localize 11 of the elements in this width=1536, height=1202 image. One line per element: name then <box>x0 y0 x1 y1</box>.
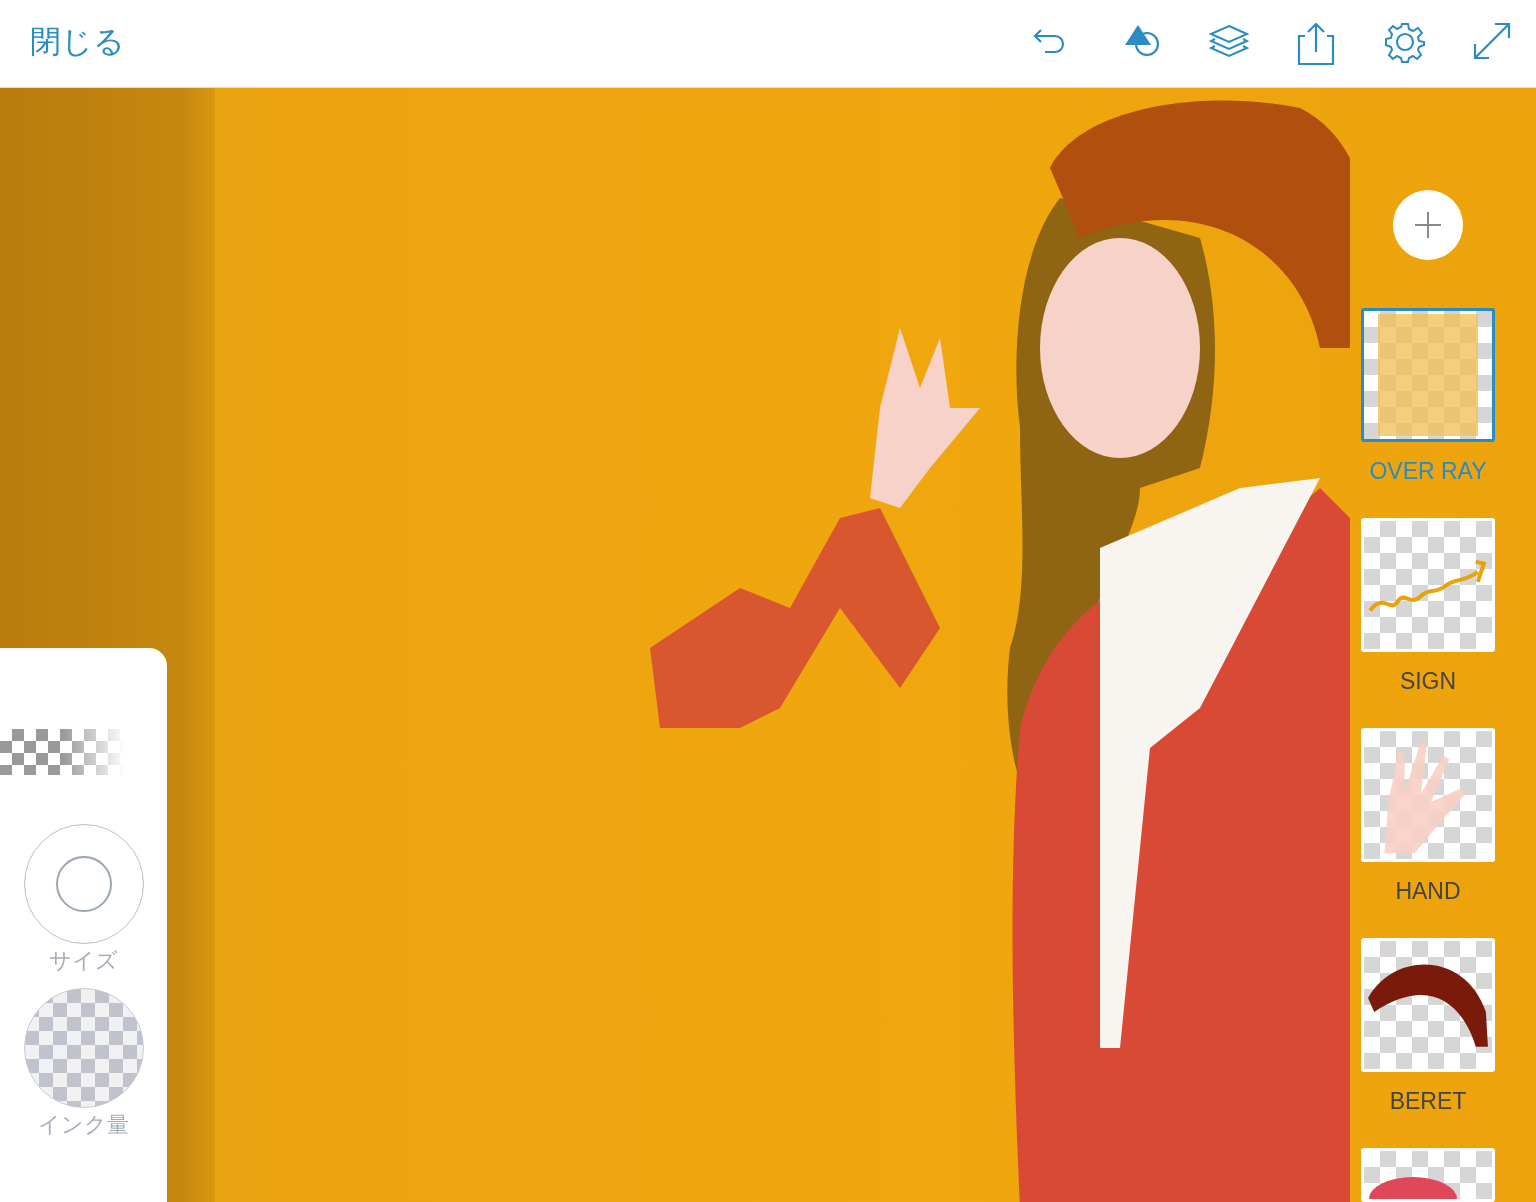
circle-icon <box>55 856 112 912</box>
control-label: サイズ <box>49 947 118 975</box>
layer-name[interactable]: SIGN <box>1399 666 1457 696</box>
close-button[interactable]: 閉じる <box>0 20 125 63</box>
settings-icon <box>1385 21 1425 66</box>
layer-name[interactable]: HAND <box>1395 876 1461 906</box>
layer-name[interactable]: BERET <box>1389 1086 1467 1116</box>
plus-icon <box>1413 210 1443 240</box>
control-label: インク量 <box>38 1111 129 1139</box>
share-icon <box>1297 21 1337 66</box>
layer-thumbnail[interactable] <box>1361 308 1495 442</box>
